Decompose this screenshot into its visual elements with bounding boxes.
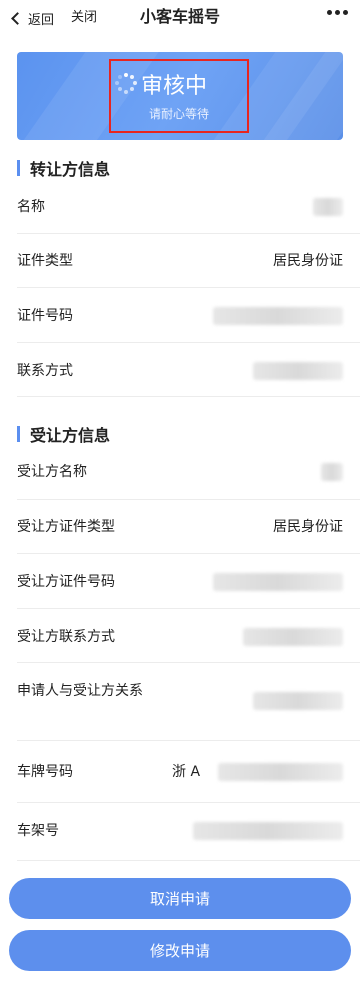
transferor-contact-row: 联系方式 xyxy=(0,343,360,397)
transferor-name-row: 名称 xyxy=(0,180,360,234)
transferee-name-row: 受让方名称 xyxy=(0,446,360,500)
field-label: 车架号 xyxy=(17,823,59,839)
field-label: 证件类型 xyxy=(17,253,73,269)
transferee-contact-row: 受让方联系方式 xyxy=(0,609,360,663)
field-label: 受让方证件类型 xyxy=(17,519,115,535)
field-label: 申请人与受让方关系 xyxy=(17,683,143,699)
vin-row: 车架号 xyxy=(0,803,360,861)
modify-application-button[interactable]: 修改申请 xyxy=(9,930,351,971)
transferee-section-title: 受让方信息 xyxy=(17,423,110,445)
plate-prefix: 浙 A xyxy=(172,764,201,780)
transferee-id-number-row: 受让方证件号码 xyxy=(0,554,360,609)
nav-bar: 返回 关闭 小客车摇号 xyxy=(0,0,360,36)
field-label: 名称 xyxy=(17,199,45,215)
more-icon[interactable] xyxy=(327,10,348,15)
redacted-value xyxy=(313,198,343,216)
redacted-value xyxy=(243,628,343,646)
transferee-id-type-row: 受让方证件类型 居民身份证 xyxy=(0,500,360,554)
applicant-relation-row: 申请人与受让方关系 xyxy=(0,663,360,741)
transferor-section-title: 转让方信息 xyxy=(17,157,110,179)
loading-spinner-icon xyxy=(115,73,137,95)
field-label: 联系方式 xyxy=(17,363,73,379)
redacted-value xyxy=(253,692,343,710)
section-title-text: 转让方信息 xyxy=(30,160,111,179)
transferor-id-type-row: 证件类型 居民身份证 xyxy=(0,234,360,288)
field-value: 居民身份证 xyxy=(273,519,343,535)
status-banner: 审核中 请耐心等待 xyxy=(17,52,343,140)
redacted-value xyxy=(253,362,343,380)
page-title: 小客车摇号 xyxy=(139,7,220,26)
field-label: 受让方证件号码 xyxy=(17,574,115,590)
status-subtitle: 请耐心等待 xyxy=(148,107,209,121)
redacted-value xyxy=(218,763,343,781)
plate-number-row: 车牌号码 浙 A xyxy=(0,741,360,803)
section-accent-bar xyxy=(17,160,20,176)
redacted-value xyxy=(213,573,343,591)
redacted-value xyxy=(193,822,343,840)
status-highlight: 审核中 请耐心等待 xyxy=(109,59,249,133)
field-value: 居民身份证 xyxy=(273,253,343,269)
section-accent-bar xyxy=(17,426,20,442)
redacted-value xyxy=(213,307,343,325)
section-title-text: 受让方信息 xyxy=(30,426,111,445)
cancel-application-button[interactable]: 取消申请 xyxy=(9,878,351,919)
field-label: 证件号码 xyxy=(17,308,73,324)
status-title: 审核中 xyxy=(141,74,208,99)
redacted-value xyxy=(321,463,343,481)
field-label: 车牌号码 xyxy=(17,764,73,780)
field-label: 受让方联系方式 xyxy=(17,629,115,645)
transferor-id-number-row: 证件号码 xyxy=(0,288,360,343)
field-label: 受让方名称 xyxy=(17,464,87,480)
